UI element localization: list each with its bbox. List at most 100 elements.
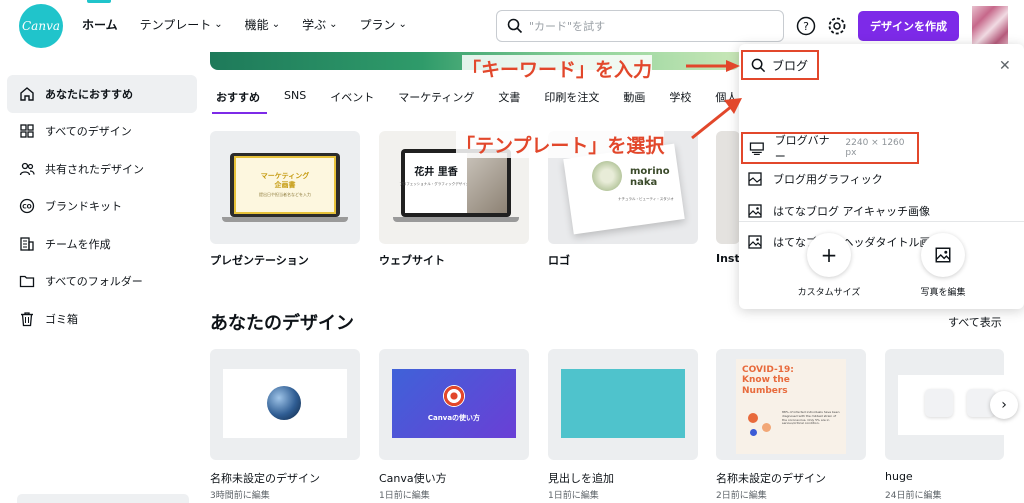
nav-plans[interactable]: プラン ⌄	[359, 16, 406, 33]
arrow-right-icon	[686, 60, 740, 72]
virus-illustration	[744, 409, 776, 441]
logo-text: Canva	[22, 19, 60, 33]
sidebar-item-all-designs[interactable]: すべてのデザイン	[0, 113, 200, 151]
logo-subtitle: ナチュラル・ビューティ・スタジオ	[618, 197, 674, 201]
tab-recommended[interactable]: おすすめ	[216, 89, 260, 105]
sidebar-item-create-team[interactable]: チームを作成	[0, 225, 200, 263]
users-icon	[19, 162, 35, 175]
folder-icon	[19, 276, 35, 288]
template-label: プレゼンテーション	[210, 254, 309, 267]
search-query: ブログ	[772, 58, 809, 73]
create-design-button[interactable]: デザインを作成	[858, 11, 959, 41]
main-nav: ホーム テンプレート ⌄ 機能 ⌄ 学ぶ ⌄ プラン ⌄	[82, 16, 429, 33]
nav-templates[interactable]: テンプレート ⌄	[140, 16, 223, 33]
custom-size-button[interactable]: + カスタムサイズ	[784, 233, 874, 298]
sidebar-item-trash[interactable]: ゴミ箱	[0, 300, 200, 338]
sidebar-item-brand-kit[interactable]: CO ブランドキット	[0, 188, 200, 226]
photo-edit-icon	[921, 233, 965, 277]
tab-sns[interactable]: SNS	[284, 89, 306, 105]
brand-kit-icon: CO	[19, 199, 35, 214]
gear-icon[interactable]	[827, 16, 847, 36]
design-thumb-title: COVID-19: Know the Numbers	[742, 365, 794, 396]
laptop-base	[393, 217, 519, 222]
earth-image	[267, 386, 301, 420]
design-card[interactable]: Canvaの使い方	[379, 349, 529, 460]
design-thumb-body: 88% of infected individuals have been di…	[782, 411, 840, 426]
design-name: huge	[885, 470, 913, 483]
canva-logo[interactable]: Canva	[19, 4, 63, 48]
website-photo	[467, 153, 507, 213]
see-all-link[interactable]: すべて表示	[948, 314, 1002, 330]
carousel-next-button[interactable]: ›	[990, 391, 1018, 419]
svg-text:CO: CO	[22, 204, 32, 211]
search-icon	[507, 18, 523, 34]
search-result-blog-graphic[interactable]: ブログ用グラフィック	[747, 165, 883, 193]
chevron-down-icon: ⌄	[398, 19, 407, 30]
close-icon[interactable]: ✕	[999, 58, 1011, 74]
svg-text:?: ?	[803, 20, 809, 33]
design-name: Canva使い方	[379, 472, 447, 485]
search-icon	[751, 58, 766, 72]
trash-icon	[21, 312, 33, 326]
category-tabs: おすすめ SNS イベント マーケティング 文書 印刷を注文 動画 学校 個人	[216, 89, 761, 105]
tab-video[interactable]: 動画	[623, 89, 645, 105]
design-time: 1日前に編集	[548, 491, 599, 501]
avatar[interactable]	[972, 6, 1008, 46]
slide-subtitle: 提出日や担当者名などを入力	[259, 191, 311, 197]
sidebar-item-all-folders[interactable]: すべてのフォルダー	[0, 263, 200, 301]
template-card-instagram[interactable]	[716, 131, 740, 244]
nav-home[interactable]: ホーム	[82, 16, 118, 33]
graphic-icon	[748, 172, 762, 186]
template-card-presentation[interactable]: マーケティング 企画書 提出日や担当者名などを入力	[210, 131, 360, 244]
image-icon	[748, 204, 762, 218]
design-time: 2日前に編集	[716, 491, 767, 501]
design-card[interactable]	[548, 349, 698, 460]
nav-features[interactable]: 機能 ⌄	[245, 16, 280, 33]
design-name: 名称未設定のデザイン	[716, 472, 826, 485]
tab-marketing[interactable]: マーケティング	[398, 89, 474, 105]
tab-print[interactable]: 印刷を注文	[544, 89, 599, 105]
plus-icon: +	[807, 233, 851, 277]
tab-active-indicator	[212, 112, 267, 114]
website-thumb: 花井 里香 プロフェッショナル・グラフィックデザイナー	[399, 153, 507, 213]
template-label: ウェブサイト	[379, 254, 445, 267]
dropdown-divider	[739, 221, 1024, 222]
sidebar-item-shared[interactable]: 共有されたデザイン	[0, 150, 200, 188]
search-result-blog-banner[interactable]: ブログバナー 2240 × 1260 px	[741, 132, 919, 164]
design-name: 見出しを追加	[548, 472, 614, 485]
result-size: 2240 × 1260 px	[845, 138, 905, 158]
design-card[interactable]	[210, 349, 360, 460]
annotation-keyword: 「キーワード」を入力	[462, 55, 653, 82]
help-icon[interactable]: ?	[796, 16, 816, 36]
chevron-down-icon: ⌄	[214, 19, 223, 30]
sidebar-item-for-you[interactable]: あなたにおすすめ	[7, 75, 197, 113]
search-placeholder: "カード"を試す	[529, 20, 606, 33]
grid-icon	[20, 124, 34, 138]
website-title: 花井 里香	[414, 167, 458, 178]
tab-events[interactable]: イベント	[330, 89, 374, 105]
annotation-template: 「テンプレート」を選択	[456, 131, 665, 158]
logo-mark	[592, 161, 622, 191]
design-time: 1日前に編集	[379, 491, 430, 501]
laptop-base	[222, 217, 348, 222]
design-card[interactable]	[885, 349, 1004, 460]
chevron-down-icon: ⌄	[329, 19, 338, 30]
website-subtitle: プロフェッショナル・グラフィックデザイナー	[399, 182, 473, 186]
slide-thumb: マーケティング 企画書 提出日や担当者名などを入力	[234, 156, 336, 214]
chevron-down-icon: ⌄	[271, 19, 281, 30]
nav-active-indicator	[87, 0, 111, 3]
design-name: 名称未設定のデザイン	[210, 472, 320, 485]
edit-photo-button[interactable]: 写真を編集	[898, 233, 988, 298]
search-input[interactable]: "カード"を試す	[496, 10, 784, 42]
image-icon	[748, 235, 762, 249]
dropdown-search-input[interactable]: ブログ	[741, 50, 819, 80]
design-card[interactable]: COVID-19: Know the Numbers 88% of infect…	[716, 349, 866, 460]
template-label: ロゴ	[548, 254, 570, 267]
design-thumb-text: Canvaの使い方	[427, 413, 481, 422]
design-time: 3時間前に編集	[210, 491, 270, 501]
slide-title: マーケティング 企画書	[260, 172, 310, 189]
section-title: あなたのデザイン	[210, 313, 354, 334]
logo-title: morino naka	[630, 166, 670, 188]
nav-learn[interactable]: 学ぶ ⌄	[302, 16, 337, 33]
tab-documents[interactable]: 文書	[498, 89, 520, 105]
